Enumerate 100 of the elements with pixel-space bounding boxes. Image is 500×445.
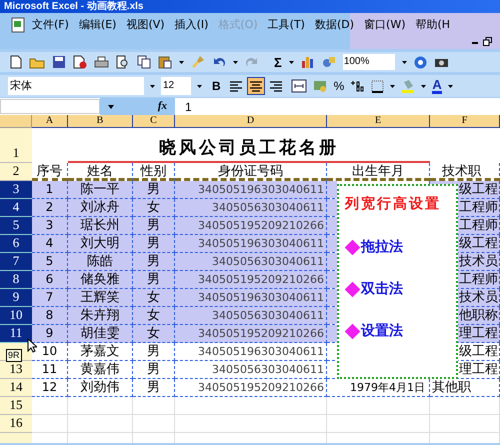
row-header[interactable]: 10 [0, 307, 32, 325]
align-center-button[interactable] [246, 77, 265, 95]
empty-cell [430, 415, 500, 433]
table-cell: 12 [32, 379, 68, 397]
caret-icon[interactable] [448, 84, 453, 88]
empty-cell [133, 397, 175, 415]
font-field[interactable]: 宋体 [8, 77, 144, 95]
caret-icon[interactable] [390, 84, 396, 88]
row-header[interactable]: 3 [0, 181, 32, 199]
row-header[interactable]: 14 [0, 379, 32, 397]
column-header[interactable]: B [68, 115, 133, 128]
row-header[interactable]: 16 [0, 415, 32, 433]
row-header[interactable]: 4 [0, 199, 32, 217]
bold-button[interactable]: B [212, 80, 221, 92]
copy-icon[interactable] [137, 55, 151, 69]
table-cell: 男 [133, 343, 175, 361]
row-header[interactable]: 7 [0, 253, 32, 271]
insert-function-button[interactable]: fx [158, 98, 167, 115]
camera-icon[interactable] [434, 56, 449, 68]
table-cell: 陈皓 [68, 253, 133, 271]
menu-item[interactable]: 编辑(E) [78, 16, 116, 34]
table-cell: 储奂雅 [68, 271, 133, 289]
table-cell: 9 [32, 325, 68, 343]
row-header[interactable]: 5 [0, 217, 32, 235]
column-header[interactable]: A [32, 115, 68, 128]
print-icon[interactable] [94, 56, 109, 68]
menu-item[interactable]: 文件(F) [32, 16, 69, 34]
table-cell: 3405056303040611 [175, 361, 327, 379]
caret-icon[interactable] [108, 104, 114, 108]
excel-document-icon[interactable] [10, 17, 26, 33]
table-cell: 女 [133, 199, 175, 217]
row-header[interactable]: 11 [0, 325, 32, 343]
row-header[interactable]: 8 [0, 271, 32, 289]
help-icon[interactable] [414, 56, 427, 68]
merge-center-icon[interactable] [290, 79, 307, 93]
fill-color-icon[interactable] [401, 79, 416, 93]
table-cell: 女 [133, 307, 175, 325]
table-cell: 11 [32, 361, 68, 379]
save-icon[interactable] [52, 55, 66, 69]
table-cell: 男 [133, 235, 175, 253]
table-cell: 茅嘉文 [68, 343, 133, 361]
autosum-button[interactable]: Σ [274, 56, 282, 68]
table-cell: 340505195209210266 [175, 325, 327, 343]
formula-field[interactable]: 1 [185, 98, 500, 116]
caret-icon[interactable] [197, 84, 202, 88]
new-document-icon[interactable] [10, 55, 22, 69]
column-header[interactable]: D [175, 115, 327, 128]
table-cell: 3405056303040611 [175, 253, 327, 271]
caret-icon[interactable] [288, 60, 294, 64]
menu-item[interactable]: 帮助(H [416, 16, 450, 34]
drawing-icon[interactable] [322, 55, 336, 69]
paste-icon[interactable] [158, 55, 172, 69]
table-cell: 刘冰舟 [68, 199, 133, 217]
table-cell: 2 [32, 199, 68, 217]
folder-icon[interactable] [29, 56, 45, 68]
table-cell: 340505195209210266 [175, 379, 327, 397]
menu-item[interactable]: 插入(I) [174, 16, 208, 34]
caret-icon[interactable] [233, 60, 238, 64]
row-header[interactable]: 2 [0, 163, 32, 181]
table-cell: 5 [32, 253, 68, 271]
percent-button[interactable]: % [334, 80, 344, 92]
menu-item[interactable]: 窗口(W) [364, 16, 406, 34]
table-cell: 男 [133, 379, 175, 397]
column-header[interactable]: F [430, 115, 500, 128]
menu-item[interactable]: 数据(D) [314, 16, 354, 34]
table-cell: 刘劲伟 [68, 379, 133, 397]
zoom-field[interactable]: 100% [342, 54, 395, 70]
borders-icon[interactable] [371, 80, 384, 92]
caret-icon[interactable] [421, 84, 426, 88]
row-header[interactable]: 13 [0, 361, 32, 379]
undo-icon[interactable] [212, 56, 226, 68]
caret-icon[interactable] [150, 84, 155, 88]
restore-icon[interactable] [483, 37, 492, 46]
print-preview-icon[interactable] [116, 55, 130, 69]
empty-cell [133, 415, 175, 433]
method-label: 拖拉法 [361, 238, 403, 257]
caret-icon[interactable] [179, 60, 184, 64]
table-cell: 男 [133, 361, 175, 379]
bar-chart-icon[interactable] [300, 55, 315, 69]
table-cell: 1979年4月1日 [327, 379, 430, 397]
row-header[interactable]: 1 [0, 128, 32, 163]
table-cell: 陈一平 [68, 181, 133, 199]
row-header[interactable]: 15 [0, 397, 32, 415]
row-header[interactable]: 9 [0, 289, 32, 307]
method-label: 双击法 [361, 280, 403, 299]
table-cell: 3405056303040611 [175, 199, 327, 217]
row-header[interactable]: 6 [0, 235, 32, 253]
decimal-icon[interactable] [350, 80, 366, 92]
font-size-field[interactable]: 12 [161, 77, 191, 95]
font-color-button[interactable]: A [432, 78, 442, 94]
menu-item[interactable]: 工具(T) [268, 16, 305, 34]
table-cell: 1 [32, 181, 68, 199]
table-cell: 男 [133, 217, 175, 235]
empty-cell [68, 397, 133, 415]
document-stop-icon[interactable] [73, 55, 87, 69]
column-header[interactable]: C [133, 115, 175, 128]
table-cell: 其他职 [430, 379, 500, 397]
column-header[interactable]: E [327, 115, 430, 128]
caret-icon[interactable] [402, 60, 407, 64]
menu-item[interactable]: 视图(V) [126, 16, 165, 34]
